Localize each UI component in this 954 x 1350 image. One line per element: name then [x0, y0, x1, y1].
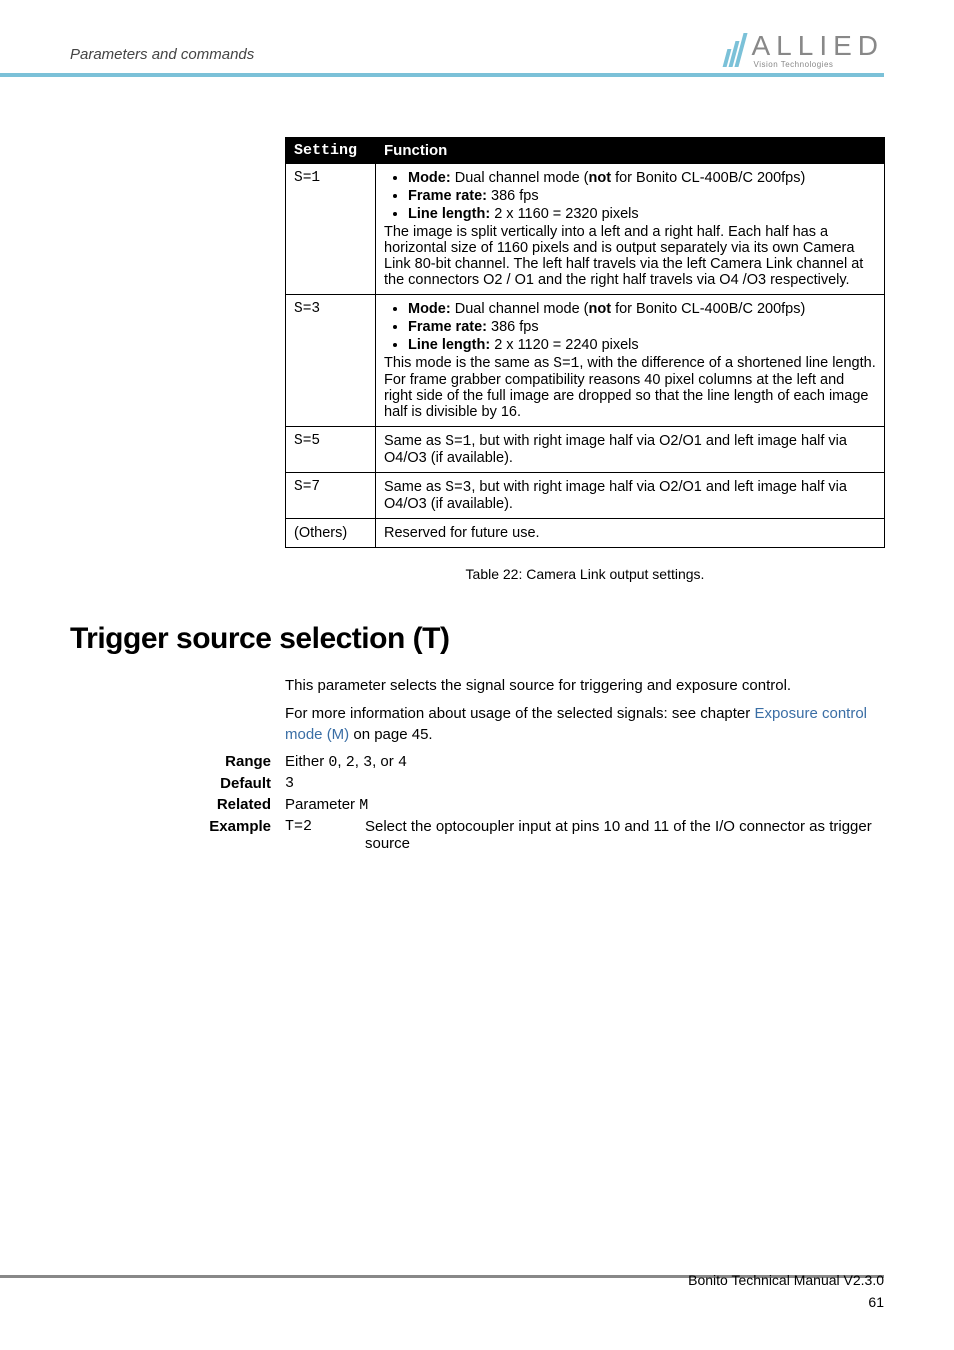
- setting-cell: (Others): [286, 519, 376, 548]
- header-section: Parameters and commands: [70, 46, 254, 69]
- table-row: (Others) Reserved for future use.: [286, 519, 885, 548]
- setting-cell: S=3: [286, 295, 376, 427]
- intro-p1: This parameter selects the signal source…: [285, 676, 885, 696]
- table-row: S=5 Same as S=1, but with right image ha…: [286, 427, 885, 473]
- default-label: Default: [70, 775, 285, 792]
- example-label: Example: [70, 818, 285, 852]
- example-text: Select the optocoupler input at pins 10 …: [365, 818, 885, 852]
- setting-cell: S=5: [286, 427, 376, 473]
- col-function: Function: [376, 138, 885, 164]
- settings-table: Setting Function S=1 Mode: Dual channel …: [285, 137, 885, 548]
- table-row: S=1 Mode: Dual channel mode (not for Bon…: [286, 164, 885, 295]
- related-value: Parameter M: [285, 796, 885, 814]
- range-value: Either 0, 2, 3, or 4: [285, 753, 885, 771]
- col-setting: Setting: [286, 138, 376, 164]
- function-cell: Reserved for future use.: [376, 519, 885, 548]
- default-value: 3: [285, 775, 885, 792]
- example-key: T=2: [285, 818, 365, 852]
- section-heading: Trigger source selection (T): [70, 622, 884, 656]
- page-number: 61: [688, 1294, 884, 1310]
- setting-cell: S=1: [286, 164, 376, 295]
- logo-sub-text: Vision Technologies: [754, 60, 885, 69]
- footer-doc: Bonito Technical Manual V2.3.0: [688, 1272, 884, 1288]
- function-cell: Same as S=3, but with right image half v…: [376, 473, 885, 519]
- logo-bars-icon: [725, 33, 746, 67]
- setting-cell: S=7: [286, 473, 376, 519]
- function-cell: Mode: Dual channel mode (not for Bonito …: [376, 164, 885, 295]
- table-row: S=3 Mode: Dual channel mode (not for Bon…: [286, 295, 885, 427]
- function-cell: Same as S=1, but with right image half v…: [376, 427, 885, 473]
- intro-p2: For more information about usage of the …: [285, 704, 885, 745]
- logo: ALLIED Vision Technologies: [725, 30, 885, 69]
- logo-main-text: ALLIED: [752, 30, 885, 62]
- table-caption: Table 22: Camera Link output settings.: [285, 566, 885, 582]
- range-label: Range: [70, 753, 285, 771]
- table-row: S=7 Same as S=3, but with right image ha…: [286, 473, 885, 519]
- related-label: Related: [70, 796, 285, 814]
- function-cell: Mode: Dual channel mode (not for Bonito …: [376, 295, 885, 427]
